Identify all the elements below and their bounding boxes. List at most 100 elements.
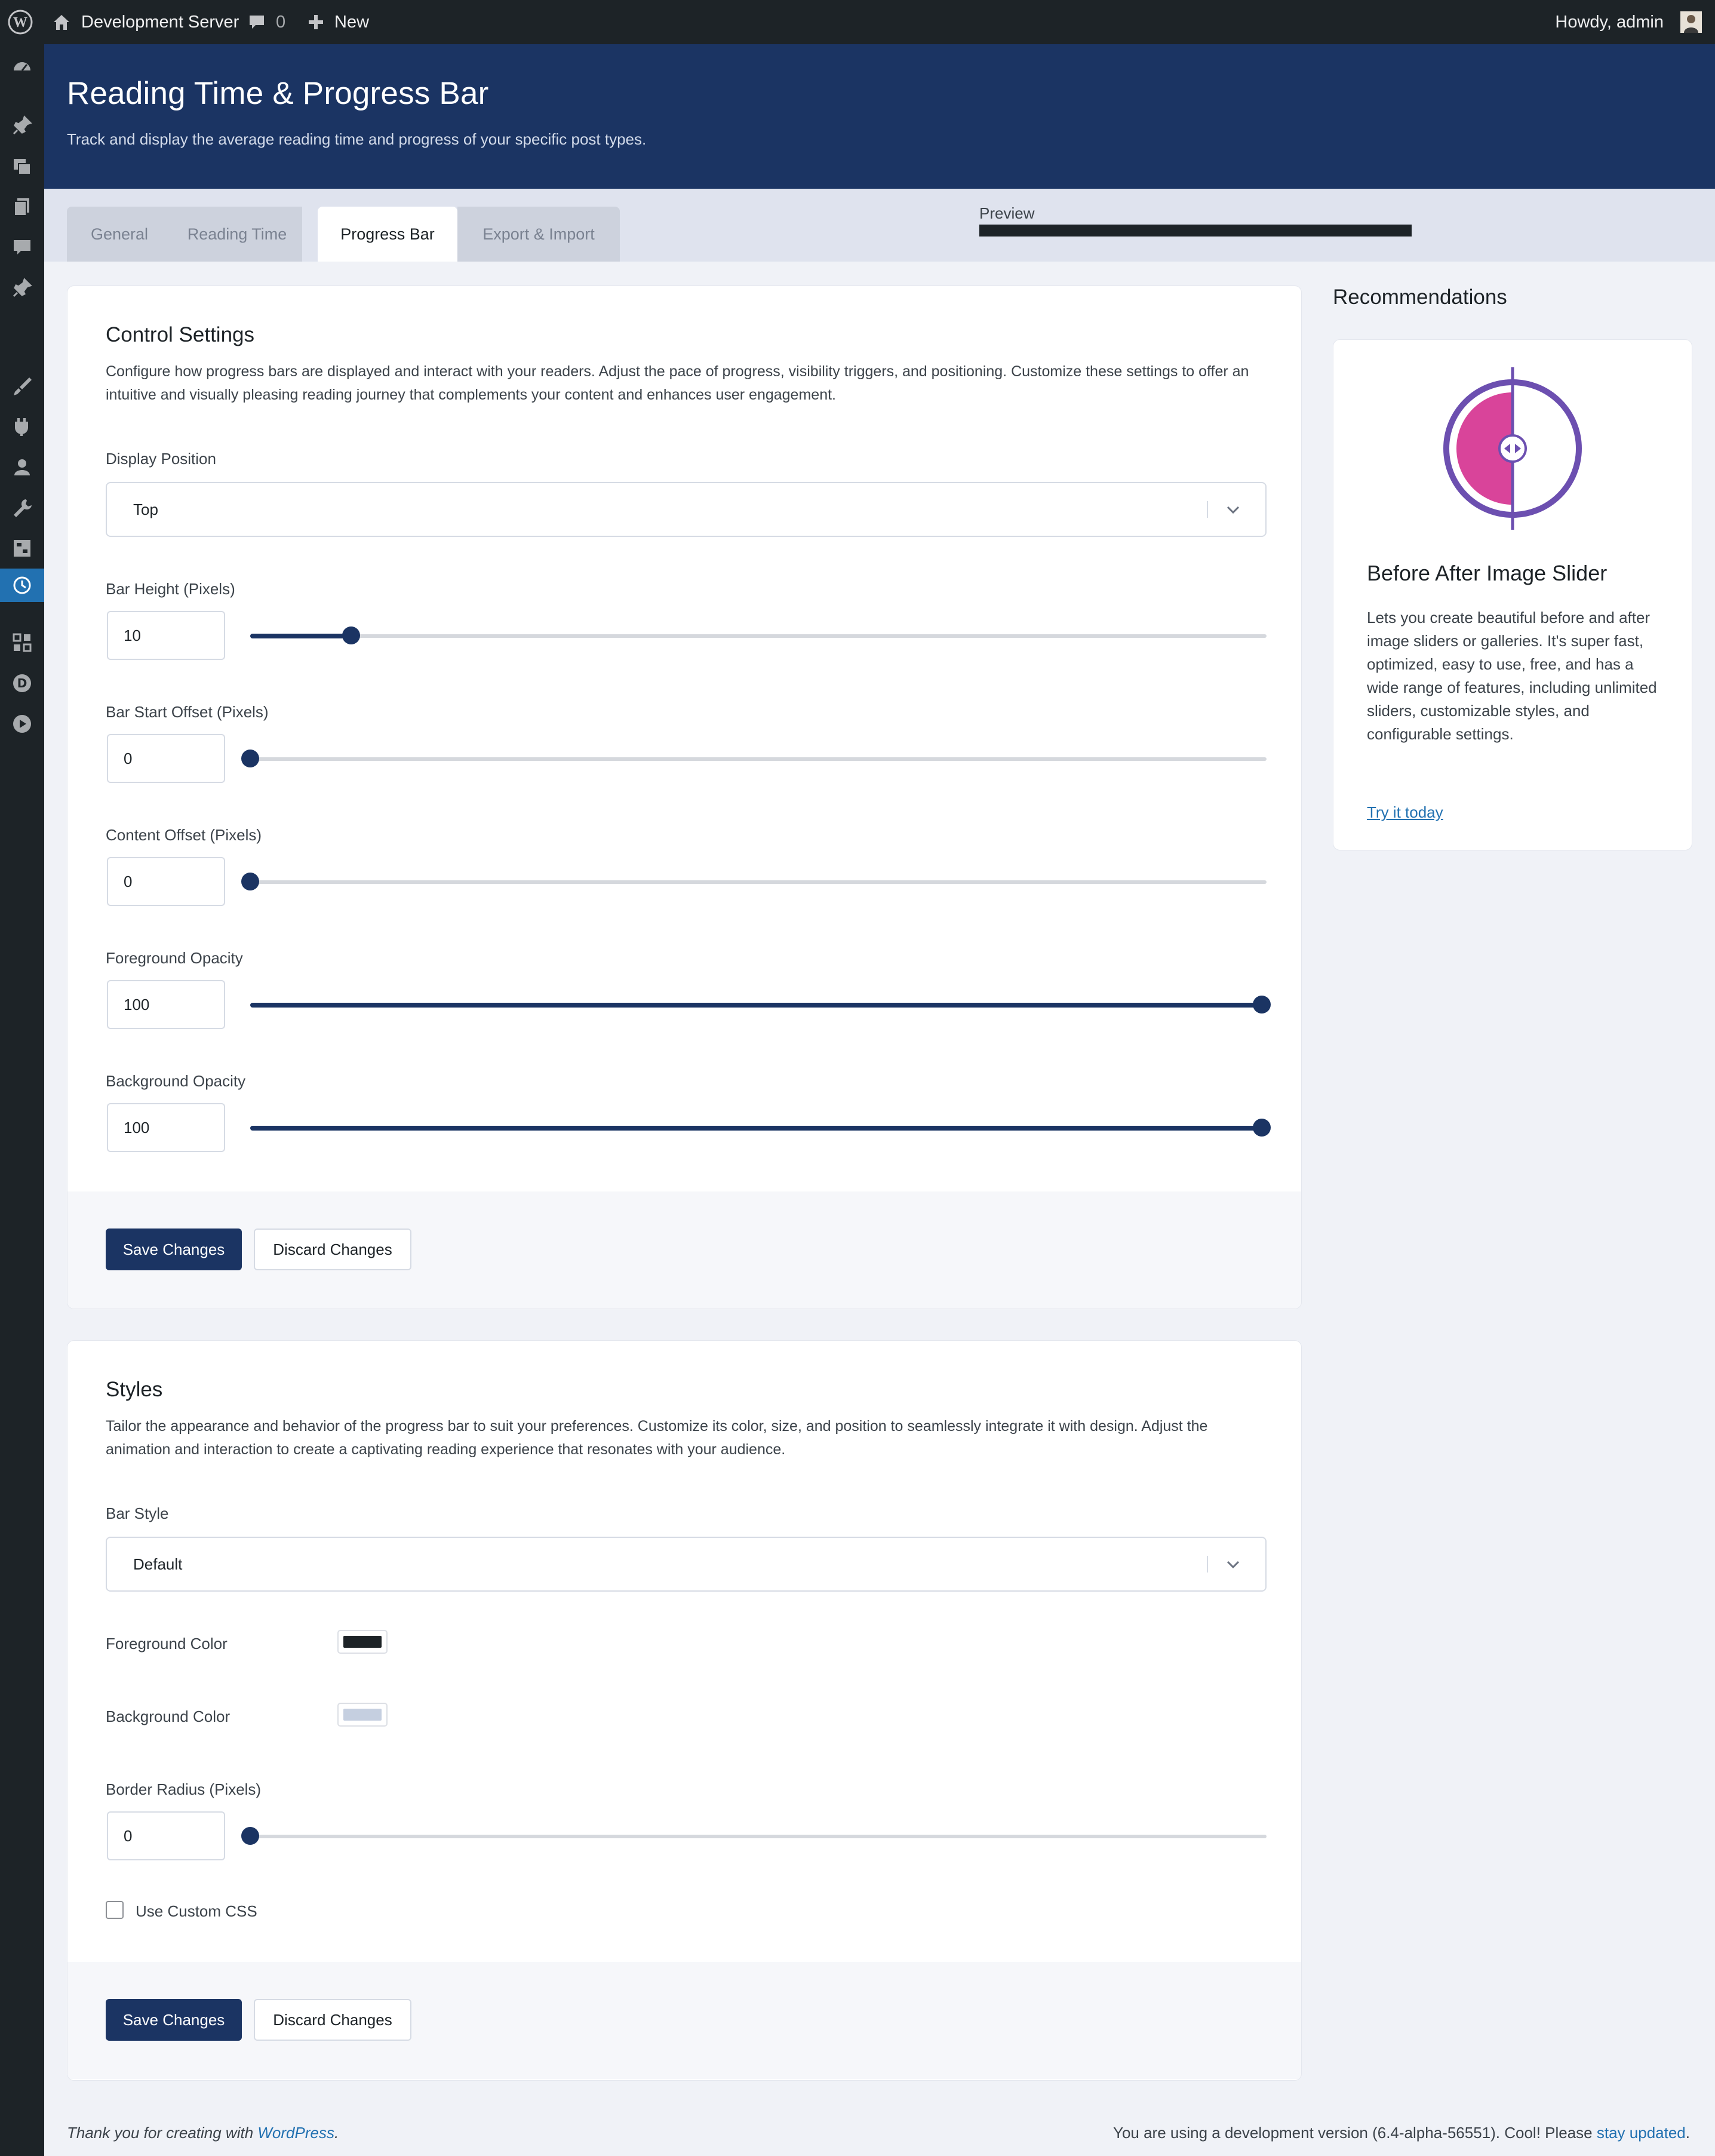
bar-start-offset-label: Bar Start Offset (Pixels): [106, 703, 269, 721]
tab-reading-time[interactable]: Reading Time: [172, 207, 302, 262]
border-radius-input[interactable]: 0: [107, 1811, 225, 1860]
tab-general[interactable]: General: [67, 207, 172, 262]
background-color-preview: [343, 1709, 382, 1721]
svg-text:D: D: [17, 676, 27, 690]
avatar[interactable]: [1680, 0, 1702, 44]
slider-handle[interactable]: [1253, 1119, 1271, 1137]
display-position-value: Top: [133, 500, 158, 518]
slider-fill: [250, 634, 351, 638]
select-divider: [1207, 1556, 1208, 1573]
use-custom-css-label[interactable]: Use Custom CSS: [136, 1902, 257, 1921]
grid-icon[interactable]: [0, 626, 44, 659]
foreground-color-label: Foreground Color: [106, 1635, 228, 1653]
control-settings-actions: Save Changes Discard Changes: [67, 1191, 1301, 1309]
slider-handle[interactable]: [1253, 996, 1271, 1013]
border-radius-slider[interactable]: [241, 1824, 1267, 1848]
howdy-greeting[interactable]: Howdy, admin: [1555, 0, 1664, 44]
tab-export-import[interactable]: Export & Import: [457, 207, 620, 262]
page-header: Reading Time & Progress Bar Track and di…: [44, 44, 1715, 189]
styles-description: Tailor the appearance and behavior of th…: [106, 1418, 1208, 1458]
preview-progress-bar: [979, 225, 1696, 237]
background-opacity-slider[interactable]: [245, 1116, 1271, 1140]
admin-bar: W Development Server 0 New Howdy, admin: [0, 0, 1715, 44]
comment-icon[interactable]: [247, 0, 266, 44]
slider-track: [250, 880, 1267, 884]
background-color-swatch[interactable]: [337, 1703, 388, 1727]
pin-icon[interactable]: [0, 271, 44, 305]
bar-start-offset-slider[interactable]: [241, 747, 1267, 770]
discard-changes-button[interactable]: Discard Changes: [254, 1999, 411, 2041]
save-changes-button[interactable]: Save Changes: [106, 1999, 242, 2041]
page-title: Reading Time & Progress Bar: [67, 76, 489, 111]
wordpress-link[interactable]: WordPress: [257, 2124, 334, 2142]
d-badge-icon[interactable]: D: [0, 667, 44, 700]
try-it-today-link[interactable]: Try it today: [1367, 803, 1443, 822]
plus-icon[interactable]: [307, 0, 325, 44]
play-icon[interactable]: [0, 707, 44, 741]
foreground-opacity-input[interactable]: 100: [107, 980, 225, 1029]
home-icon[interactable]: [51, 0, 72, 44]
before-after-slider-illustration: [1443, 367, 1582, 530]
bar-start-offset-input[interactable]: 0: [107, 734, 225, 783]
content-offset-slider[interactable]: [241, 870, 1267, 893]
styles-actions: Save Changes Discard Changes: [67, 1962, 1301, 2079]
preview-label: Preview: [979, 204, 1035, 222]
footer-thankyou-period: .: [334, 2124, 339, 2142]
comments-count[interactable]: 0: [276, 0, 285, 44]
display-position-select[interactable]: Top: [106, 482, 1267, 537]
bar-height-input[interactable]: 10: [107, 611, 225, 660]
media-icon[interactable]: [0, 149, 44, 183]
slider-handle[interactable]: [241, 1827, 259, 1845]
recommendation-heading: Before After Image Slider: [1367, 561, 1608, 585]
plugins-icon[interactable]: [0, 410, 44, 443]
use-custom-css-checkbox[interactable]: [106, 1901, 124, 1919]
bar-style-label: Bar Style: [106, 1504, 169, 1522]
tools-icon[interactable]: [0, 491, 44, 524]
stay-updated-link[interactable]: stay updated: [1597, 2124, 1686, 2142]
background-opacity-input[interactable]: 100: [107, 1103, 225, 1152]
recommendation-body: Lets you create beautiful before and aft…: [1367, 609, 1657, 743]
foreground-opacity-label: Foreground Opacity: [106, 949, 243, 967]
appearance-icon[interactable]: [0, 369, 44, 403]
foreground-color-preview: [343, 1636, 382, 1648]
slider-fill: [250, 1003, 1262, 1008]
footer-version-period: .: [1685, 2124, 1690, 2142]
slider-handle[interactable]: [241, 750, 259, 767]
bar-style-select[interactable]: Default: [106, 1537, 1267, 1592]
slider-track: [250, 757, 1267, 761]
clock-icon[interactable]: [0, 569, 44, 602]
control-settings-card: Control Settings Configure how progress …: [67, 285, 1302, 1309]
select-divider: [1207, 501, 1208, 518]
tab-progress-bar[interactable]: Progress Bar: [318, 207, 457, 262]
discard-changes-button[interactable]: Discard Changes: [254, 1229, 411, 1270]
slider-fill: [250, 1126, 1262, 1131]
slider-handle[interactable]: [241, 873, 259, 890]
pages-icon[interactable]: [0, 190, 44, 223]
save-changes-button[interactable]: Save Changes: [106, 1229, 242, 1270]
dashboard-icon[interactable]: [0, 50, 44, 84]
content-offset-input[interactable]: 0: [107, 857, 225, 906]
border-radius-label: Border Radius (Pixels): [106, 1780, 262, 1798]
posts-icon[interactable]: [0, 109, 44, 142]
background-color-label: Background Color: [106, 1707, 230, 1725]
slider-handle[interactable]: [342, 626, 360, 644]
chevron-down-icon: [1227, 506, 1240, 514]
wordpress-logo-icon[interactable]: W: [7, 0, 33, 44]
bar-height-label: Bar Height (Pixels): [106, 580, 235, 598]
bar-height-slider[interactable]: [245, 624, 1267, 647]
foreground-opacity-slider[interactable]: [245, 993, 1271, 1016]
users-icon[interactable]: [0, 450, 44, 484]
bar-style-value: Default: [133, 1555, 183, 1573]
foreground-color-swatch[interactable]: [337, 1630, 388, 1654]
background-opacity-label: Background Opacity: [106, 1072, 246, 1090]
chevron-down-icon: [1227, 1561, 1240, 1569]
slider-track: [250, 1835, 1267, 1838]
svg-text:W: W: [13, 15, 27, 30]
site-name-link[interactable]: Development Server: [81, 0, 239, 44]
settings-icon[interactable]: [0, 532, 44, 565]
footer-thankyou: Thank you for creating with WordPress.: [67, 2124, 339, 2142]
comments-icon[interactable]: [0, 231, 44, 264]
admin-sidebar-menu: D: [0, 44, 44, 2156]
new-content-link[interactable]: New: [334, 0, 369, 44]
page-subtitle: Track and display the average reading ti…: [67, 130, 647, 148]
